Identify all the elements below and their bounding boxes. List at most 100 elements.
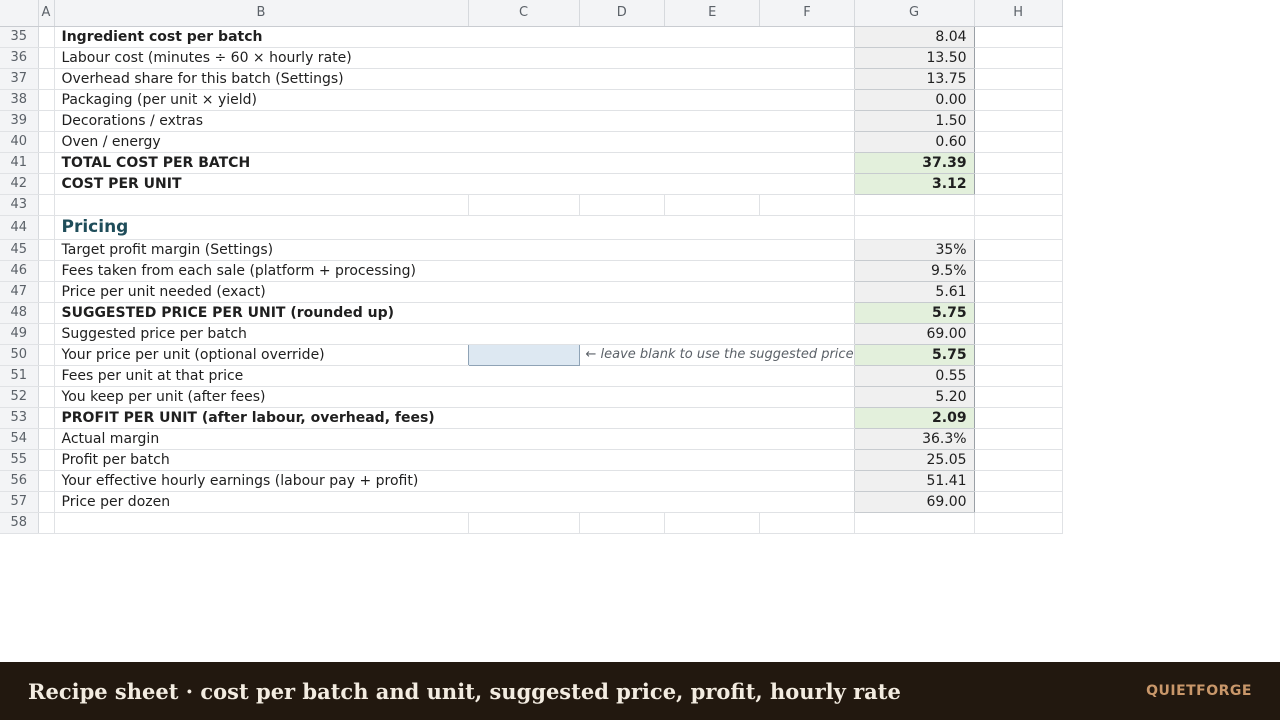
row-header[interactable]: 50: [0, 344, 39, 366]
cell-a[interactable]: [38, 26, 55, 48]
cell-a[interactable]: [38, 47, 55, 69]
row-value[interactable]: 5.75: [853, 344, 975, 366]
cell-h[interactable]: [974, 194, 1063, 216]
cell-h[interactable]: [974, 152, 1063, 174]
cell-h[interactable]: [974, 281, 1063, 303]
cell-a[interactable]: [38, 449, 55, 471]
row-header[interactable]: 37: [0, 68, 39, 90]
cell-a[interactable]: [38, 110, 55, 132]
column-header-d[interactable]: D: [579, 0, 666, 27]
cell-a[interactable]: [38, 491, 55, 513]
cell-h[interactable]: [974, 512, 1063, 534]
row-value[interactable]: 0.60: [853, 131, 975, 153]
cell-g[interactable]: [854, 512, 975, 534]
cell-h[interactable]: [974, 239, 1063, 261]
row-value[interactable]: 8.04: [853, 26, 975, 48]
row-header[interactable]: 43: [0, 194, 39, 216]
cell-h[interactable]: [974, 302, 1063, 324]
row-value[interactable]: 35%: [853, 239, 975, 261]
cell-h[interactable]: [974, 260, 1063, 282]
cell-f[interactable]: [759, 512, 855, 534]
row-value[interactable]: 36.3%: [853, 428, 975, 450]
cell-h[interactable]: [974, 173, 1063, 195]
cell-a[interactable]: [38, 194, 55, 216]
row-value[interactable]: 0.55: [853, 365, 975, 387]
cell-h[interactable]: [974, 26, 1063, 48]
row-header[interactable]: 36: [0, 47, 39, 69]
row-header[interactable]: 58: [0, 512, 39, 534]
cell-h[interactable]: [974, 491, 1063, 513]
cell-a[interactable]: [38, 131, 55, 153]
cell-a[interactable]: [38, 68, 55, 90]
cell-a[interactable]: [38, 215, 55, 240]
row-header[interactable]: 56: [0, 470, 39, 492]
row-value[interactable]: 37.39: [853, 152, 975, 174]
row-header[interactable]: 52: [0, 386, 39, 408]
cell-h[interactable]: [974, 365, 1063, 387]
cell-a[interactable]: [38, 365, 55, 387]
row-value[interactable]: 13.75: [853, 68, 975, 90]
row-header[interactable]: 38: [0, 89, 39, 111]
cell-h[interactable]: [974, 47, 1063, 69]
price-override-input[interactable]: [467, 343, 580, 366]
row-value[interactable]: 2.09: [853, 407, 975, 429]
cell-a[interactable]: [38, 344, 55, 366]
cell-g[interactable]: [854, 194, 975, 216]
cell-a[interactable]: [38, 323, 55, 345]
cell-h[interactable]: [974, 215, 1063, 240]
column-header-h[interactable]: H: [974, 0, 1063, 27]
cell-h[interactable]: [974, 386, 1063, 408]
cell-f[interactable]: [759, 194, 855, 216]
column-header-c[interactable]: C: [468, 0, 580, 27]
row-value[interactable]: 5.20: [853, 386, 975, 408]
row-value[interactable]: 1.50: [853, 110, 975, 132]
cell-c[interactable]: [468, 194, 580, 216]
row-value[interactable]: 5.61: [853, 281, 975, 303]
cell-h[interactable]: [974, 323, 1063, 345]
row-header[interactable]: 46: [0, 260, 39, 282]
column-header-b[interactable]: B: [54, 0, 469, 27]
cell-b[interactable]: [54, 512, 469, 534]
row-header[interactable]: 51: [0, 365, 39, 387]
cell-h[interactable]: [974, 68, 1063, 90]
row-header[interactable]: 55: [0, 449, 39, 471]
row-header[interactable]: 54: [0, 428, 39, 450]
row-header[interactable]: 48: [0, 302, 39, 324]
cell-g[interactable]: [854, 215, 975, 240]
cell-h[interactable]: [974, 89, 1063, 111]
cell-h[interactable]: [974, 470, 1063, 492]
cell-h[interactable]: [974, 407, 1063, 429]
row-header[interactable]: 44: [0, 215, 39, 240]
cell-a[interactable]: [38, 302, 55, 324]
cell-d[interactable]: [579, 194, 666, 216]
cell-e[interactable]: [664, 512, 761, 534]
cell-a[interactable]: [38, 152, 55, 174]
cell-a[interactable]: [38, 260, 55, 282]
cell-a[interactable]: [38, 239, 55, 261]
row-header[interactable]: 41: [0, 152, 39, 174]
cell-h[interactable]: [974, 344, 1063, 366]
column-header-e[interactable]: E: [664, 0, 761, 27]
row-header[interactable]: 45: [0, 239, 39, 261]
cell-h[interactable]: [974, 131, 1063, 153]
row-value[interactable]: 5.75: [853, 302, 975, 324]
row-value[interactable]: 9.5%: [853, 260, 975, 282]
cell-d[interactable]: [579, 512, 666, 534]
column-header-f[interactable]: F: [759, 0, 855, 27]
select-all-corner[interactable]: [0, 0, 39, 27]
column-header-g[interactable]: G: [854, 0, 975, 27]
cell-a[interactable]: [38, 428, 55, 450]
cell-a[interactable]: [38, 89, 55, 111]
row-value[interactable]: 51.41: [853, 470, 975, 492]
cell-h[interactable]: [974, 428, 1063, 450]
cell-a[interactable]: [38, 386, 55, 408]
cell-a[interactable]: [38, 407, 55, 429]
column-header-a[interactable]: A: [38, 0, 55, 27]
cell-a[interactable]: [38, 173, 55, 195]
row-value[interactable]: 69.00: [853, 323, 975, 345]
cell-a[interactable]: [38, 512, 55, 534]
row-value[interactable]: 13.50: [853, 47, 975, 69]
row-header[interactable]: 35: [0, 26, 39, 48]
cell-h[interactable]: [974, 110, 1063, 132]
cell-a[interactable]: [38, 470, 55, 492]
